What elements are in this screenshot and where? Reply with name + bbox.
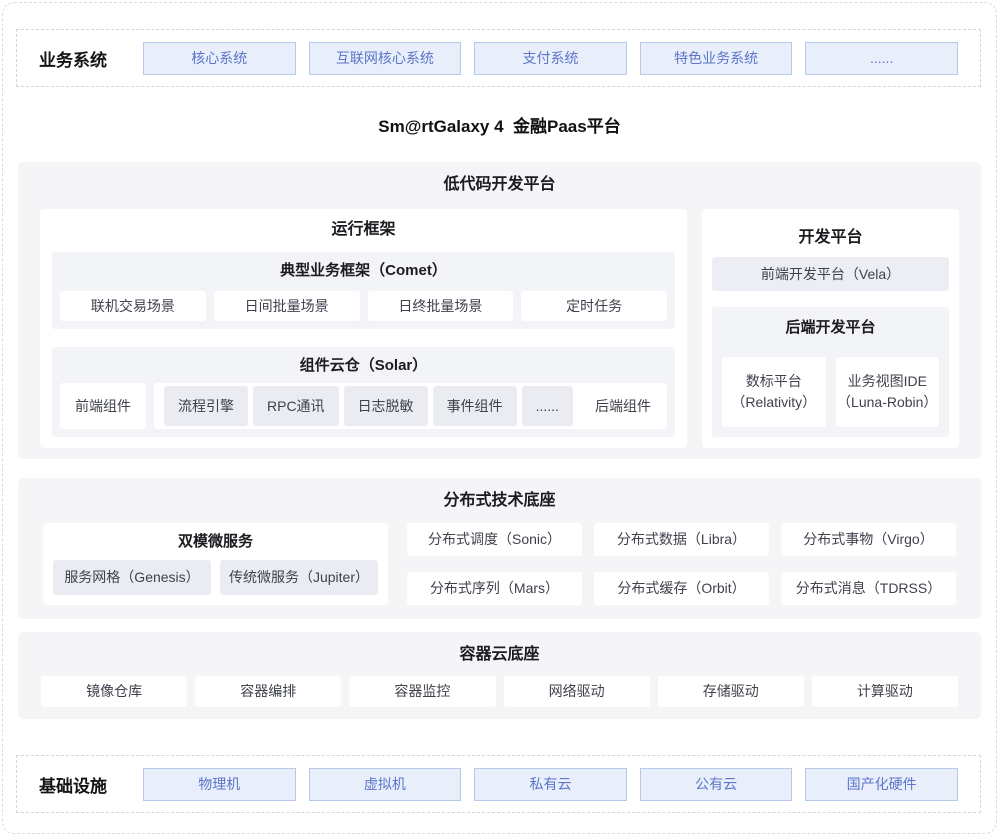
backend-dev-cell-line1: 业务视图IDE xyxy=(848,371,927,392)
business-system-button: 特色业务系统 xyxy=(640,42,793,75)
solar-components-strip: 流程引擎 RPC通讯 日志脱敏 事件组件 ...... 后端组件 xyxy=(154,383,667,429)
distributed-base-title: 分布式技术底座 xyxy=(43,490,956,512)
infrastructure-button: 国产化硬件 xyxy=(805,768,958,801)
distributed-service-cell: 分布式消息（TDRSS） xyxy=(781,572,956,605)
lowcode-platform-section: 低代码开发平台 运行框架 典型业务框架（Comet） 联机交易场景 日间批量场景… xyxy=(18,162,981,459)
business-system-button: 核心系统 xyxy=(143,42,296,75)
infrastructure-button: 公有云 xyxy=(640,768,793,801)
distributed-service-cell: 分布式数据（Libra） xyxy=(594,523,769,556)
container-capability-cell: 网络驱动 xyxy=(504,676,650,707)
dev-platform-title: 开发平台 xyxy=(712,227,949,249)
runtime-framework-box: 运行框架 典型业务框架（Comet） 联机交易场景 日间批量场景 日终批量场景 … xyxy=(40,209,687,448)
distributed-service-cell: 分布式序列（Mars） xyxy=(407,572,582,605)
business-systems-row: 核心系统 互联网核心系统 支付系统 特色业务系统 ...... xyxy=(143,42,958,75)
comet-scenario-cell: 日终批量场景 xyxy=(368,291,514,321)
container-cloud-title: 容器云底座 xyxy=(41,644,958,666)
microservice-chip: 服务网格（Genesis） xyxy=(53,560,211,595)
infrastructure-button: 私有云 xyxy=(474,768,627,801)
infrastructure-row: 物理机 虚拟机 私有云 公有云 国产化硬件 xyxy=(143,768,958,801)
distributed-service-cell: 分布式缓存（Orbit） xyxy=(594,572,769,605)
infrastructure-label: 基础设施 xyxy=(39,772,107,797)
comet-scenario-cell: 联机交易场景 xyxy=(60,291,206,321)
solar-component-chip: 日志脱敏 xyxy=(344,386,428,426)
container-capability-cell: 计算驱动 xyxy=(812,676,958,707)
backend-dev-cell-line2: （Relativity） xyxy=(731,392,816,413)
distributed-service-cell: 分布式事物（Virgo） xyxy=(781,523,956,556)
container-capability-cell: 容器编排 xyxy=(195,676,341,707)
architecture-diagram: 业务系统 核心系统 互联网核心系统 支付系统 特色业务系统 ...... Sm@… xyxy=(2,2,997,834)
solar-component-chip: 事件组件 xyxy=(433,386,517,426)
solar-warehouse-title: 组件云仓（Solar） xyxy=(60,355,667,377)
container-cloud-section: 容器云底座 镜像仓库 容器编排 容器监控 网络驱动 存储驱动 计算驱动 xyxy=(18,632,981,719)
solar-component-chip: ...... xyxy=(522,386,573,426)
backend-dev-cell-line2: （Luna-Robin） xyxy=(837,392,937,413)
dual-mode-microservice-box: 双模微服务 服务网格（Genesis） 传统微服务（Jupiter） xyxy=(43,523,388,605)
solar-component-chip: RPC通讯 xyxy=(253,386,339,426)
comet-scenario-cell: 定时任务 xyxy=(521,291,667,321)
comet-framework-title: 典型业务框架（Comet） xyxy=(60,260,667,282)
dual-mode-microservice-title: 双模微服务 xyxy=(53,531,378,553)
lowcode-title: 低代码开发平台 xyxy=(40,174,959,196)
business-system-button: 支付系统 xyxy=(474,42,627,75)
backend-dev-platform-title: 后端开发平台 xyxy=(722,317,939,339)
infrastructure-bar: 基础设施 物理机 虚拟机 私有云 公有云 国产化硬件 xyxy=(16,755,981,813)
business-systems-label: 业务系统 xyxy=(39,46,107,71)
dev-platform-box: 开发平台 前端开发平台（Vela） 后端开发平台 数标平台 （Relativit… xyxy=(702,209,959,448)
solar-component-chip: 流程引擎 xyxy=(164,386,248,426)
infrastructure-button: 虚拟机 xyxy=(309,768,462,801)
container-capability-cell: 存储驱动 xyxy=(658,676,804,707)
comet-scenario-cell: 日间批量场景 xyxy=(214,291,360,321)
container-capability-cell: 容器监控 xyxy=(349,676,495,707)
distributed-base-section: 分布式技术底座 双模微服务 服务网格（Genesis） 传统微服务（Jupite… xyxy=(18,478,981,619)
frontend-components-cell: 前端组件 xyxy=(60,383,146,429)
business-system-button: 互联网核心系统 xyxy=(309,42,462,75)
backend-dev-cell: 数标平台 （Relativity） xyxy=(722,357,826,427)
backend-dev-cell: 业务视图IDE （Luna-Robin） xyxy=(836,357,940,427)
microservice-chip: 传统微服务（Jupiter） xyxy=(220,560,378,595)
business-systems-bar: 业务系统 核心系统 互联网核心系统 支付系统 特色业务系统 ...... xyxy=(16,29,981,87)
comet-framework-box: 典型业务框架（Comet） 联机交易场景 日间批量场景 日终批量场景 定时任务 xyxy=(52,252,675,329)
frontend-dev-platform-chip: 前端开发平台（Vela） xyxy=(712,257,949,291)
distributed-service-cell: 分布式调度（Sonic） xyxy=(407,523,582,556)
runtime-framework-title: 运行框架 xyxy=(52,219,675,241)
backend-components-label: 后端组件 xyxy=(595,396,651,416)
business-system-button: ...... xyxy=(805,42,958,75)
solar-warehouse-box: 组件云仓（Solar） 前端组件 流程引擎 RPC通讯 日志脱敏 事件组件 ..… xyxy=(52,347,675,437)
container-capability-cell: 镜像仓库 xyxy=(41,676,187,707)
platform-title: Sm@rtGalaxy 4 金融Paas平台 xyxy=(3,116,996,138)
backend-dev-cell-line1: 数标平台 xyxy=(746,371,802,392)
backend-dev-platform-box: 后端开发平台 数标平台 （Relativity） 业务视图IDE （Luna-R… xyxy=(712,307,949,437)
infrastructure-button: 物理机 xyxy=(143,768,296,801)
distributed-services-grid: 分布式调度（Sonic） 分布式数据（Libra） 分布式事物（Virgo） 分… xyxy=(407,523,956,605)
